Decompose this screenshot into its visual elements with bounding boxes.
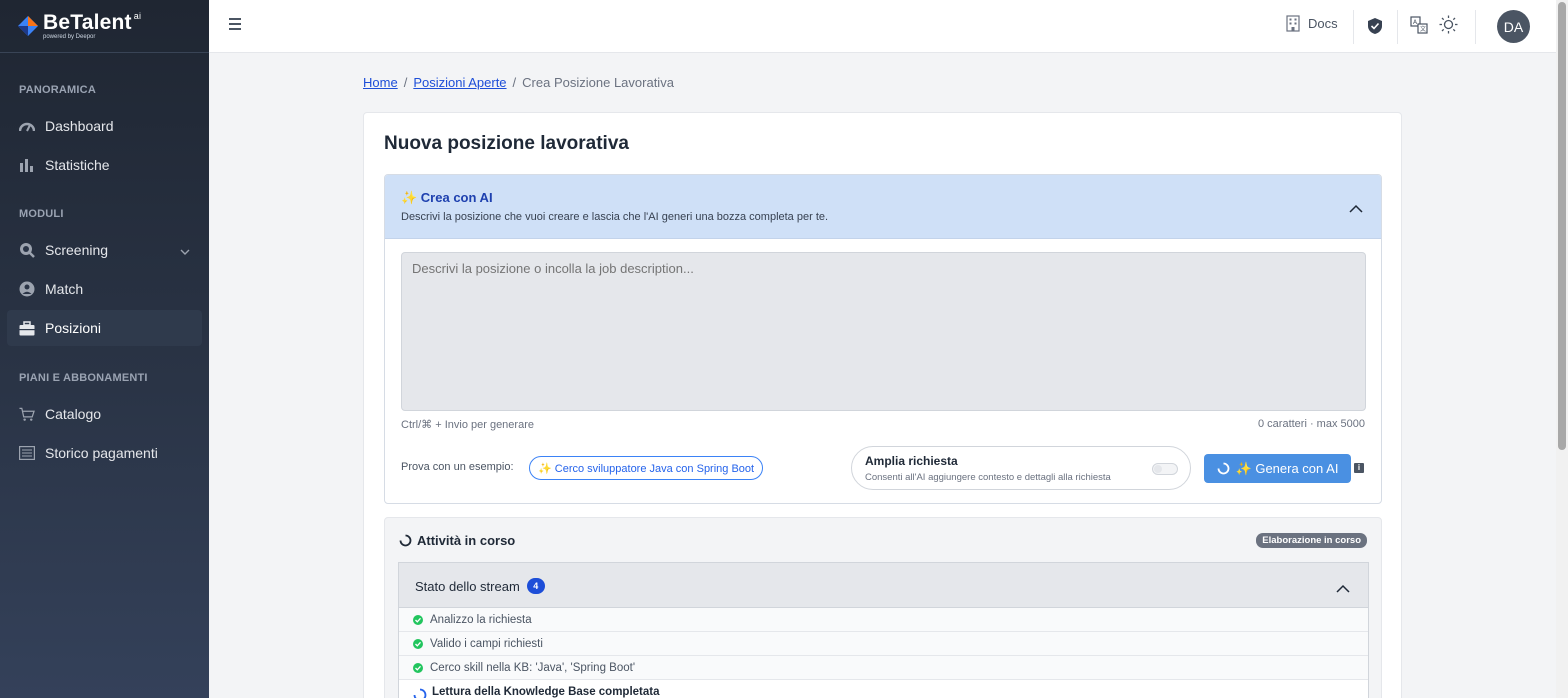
- svg-text:A: A: [1413, 19, 1418, 26]
- status-badge: Elaborazione in corso: [1256, 533, 1367, 548]
- ai-create-panel: ✨ Crea con AI Descrivi la posizione che …: [384, 174, 1382, 504]
- sidebar-item-screening[interactable]: Screening: [7, 232, 202, 268]
- job-form-card: Nuova posizione lavorativa ✨ Crea con AI…: [363, 112, 1402, 698]
- info-icon[interactable]: i: [1354, 463, 1364, 473]
- chevron-down-icon: [180, 243, 190, 259]
- briefcase-icon: [19, 320, 35, 336]
- avatar[interactable]: DA: [1497, 10, 1530, 43]
- chevron-up-icon[interactable]: [1336, 580, 1350, 598]
- check-circle-icon: [413, 638, 423, 649]
- breadcrumb-separator: /: [512, 75, 517, 90]
- ai-panel-title: ✨ Crea con AI: [401, 190, 493, 205]
- cart-icon: [19, 406, 35, 422]
- step-label: Analizzo la richiesta: [430, 613, 532, 626]
- stream-header[interactable]: Stato dello stream 4: [399, 563, 1368, 608]
- sidebar-item-label: Statistiche: [45, 157, 110, 173]
- dashboard-gauge-icon: [19, 118, 35, 134]
- generate-ai-label: ✨ Genera con AI: [1235, 460, 1339, 476]
- sidebar-item-statistiche[interactable]: Statistiche: [7, 147, 202, 183]
- bar-chart-icon: [19, 157, 35, 173]
- generate-ai-button[interactable]: ✨ Genera con AI: [1204, 454, 1351, 483]
- divider: [1397, 10, 1398, 44]
- job-description-textarea[interactable]: [401, 252, 1366, 411]
- breadcrumb-posizioni-aperte-link[interactable]: Posizioni Aperte: [413, 75, 506, 90]
- check-circle-icon: [413, 662, 423, 673]
- divider: [1475, 10, 1476, 44]
- example-label: Prova con un esempio:: [401, 461, 514, 473]
- check-circle-icon: [413, 614, 423, 625]
- scrollbar-thumb[interactable]: [1558, 2, 1566, 450]
- spinner-icon: [413, 688, 427, 698]
- shield-icon[interactable]: [1367, 17, 1383, 40]
- sidebar-section-moduli: MODULI: [19, 208, 64, 220]
- sidebar-item-label: Screening: [45, 242, 109, 258]
- breadcrumb-current: Crea Posizione Lavorativa: [522, 75, 674, 90]
- step-label: Valido i campi richiesti: [430, 637, 543, 650]
- sidebar-item-label: Dashboard: [45, 118, 114, 134]
- stream-panel: Stato dello stream 4 Analizzo la richies…: [398, 562, 1369, 698]
- stream-count-badge: 4: [526, 578, 545, 594]
- sidebar-section-piani: PIANI E ABBONAMENTI: [19, 372, 148, 384]
- docs-link[interactable]: Docs: [1286, 15, 1338, 32]
- sidebar-item-catalogo[interactable]: Catalogo: [7, 396, 202, 432]
- activity-panel: Attività in corso Elaborazione in corso …: [384, 517, 1382, 698]
- breadcrumb: Home / Posizioni Aperte / Crea Posizione…: [363, 75, 674, 90]
- step-label: Cerco skill nella KB: 'Java', 'Spring Bo…: [430, 661, 636, 674]
- amplia-description: Consenti all'AI aggiungere contesto e de…: [865, 472, 1111, 483]
- spinner-icon: [399, 534, 412, 547]
- sidebar: BeTalent ai powered by Deepor PANORAMICA …: [0, 0, 209, 698]
- stream-step: Cerco skill nella KB: 'Java', 'Spring Bo…: [399, 656, 1368, 680]
- char-counter: 0 caratteri · max 5000: [1258, 418, 1365, 430]
- amplia-richiesta-option: Amplia richiesta Consenti all'AI aggiung…: [851, 446, 1191, 490]
- stream-step: Valido i campi richiesti: [399, 632, 1368, 656]
- amplia-title: Amplia richiesta: [865, 454, 958, 468]
- docs-label: Docs: [1308, 16, 1338, 31]
- logo-icon: [18, 16, 38, 36]
- spinner-icon: [1217, 462, 1229, 475]
- chevron-up-icon[interactable]: [1349, 200, 1363, 218]
- activity-title: Attività in corso: [417, 533, 516, 548]
- user-circle-icon: [19, 281, 35, 297]
- sidebar-item-label: Posizioni: [45, 320, 102, 336]
- sun-icon[interactable]: [1439, 15, 1458, 39]
- stream-step-current: Lettura della Knowledge Base completata: [399, 680, 1368, 698]
- building-icon: [1286, 15, 1300, 32]
- brand-tagline: powered by Deepor: [43, 34, 96, 40]
- sidebar-item-label: Match: [45, 281, 84, 297]
- breadcrumb-separator: /: [403, 75, 408, 90]
- ai-panel-description: Descrivi la posizione che vuoi creare e …: [401, 211, 829, 223]
- step-label: Lettura della Knowledge Base completata: [432, 685, 660, 698]
- page-scrollbar[interactable]: [1556, 0, 1568, 698]
- breadcrumb-home-link[interactable]: Home: [363, 75, 398, 90]
- sidebar-item-storico-pagamenti[interactable]: Storico pagamenti: [7, 435, 202, 471]
- translate-icon[interactable]: A文: [1410, 16, 1428, 39]
- svg-text:文: 文: [1420, 25, 1426, 33]
- brand-name: BeTalent: [43, 11, 132, 34]
- example-chip[interactable]: ✨ Cerco sviluppatore Java con Spring Boo…: [529, 456, 764, 480]
- sidebar-section-panoramica: PANORAMICA: [19, 84, 96, 96]
- list-icon: [19, 445, 35, 461]
- stream-step: Analizzo la richiesta: [399, 608, 1368, 632]
- amplia-toggle[interactable]: [1152, 463, 1178, 475]
- sidebar-item-label: Storico pagamenti: [45, 445, 158, 461]
- sidebar-item-dashboard[interactable]: Dashboard: [7, 108, 202, 144]
- menu-toggle-icon[interactable]: [229, 18, 241, 30]
- activity-title-row: Attività in corso: [399, 533, 515, 548]
- divider: [1353, 10, 1354, 44]
- stream-title: Stato dello stream: [415, 578, 520, 594]
- ai-panel-header[interactable]: ✨ Crea con AI Descrivi la posizione che …: [385, 175, 1381, 239]
- topbar: Docs A文 DA: [209, 0, 1556, 53]
- sidebar-item-posizioni[interactable]: Posizioni: [7, 310, 202, 346]
- brand-suffix: ai: [133, 11, 142, 21]
- search-icon: [19, 242, 35, 258]
- page-title: Nuova posizione lavorativa: [384, 133, 629, 154]
- shortcut-hint: Ctrl/⌘ + Invio per generare: [401, 419, 534, 431]
- brand-logo[interactable]: BeTalent ai powered by Deepor: [0, 0, 209, 53]
- sidebar-item-match[interactable]: Match: [7, 271, 202, 307]
- sidebar-item-label: Catalogo: [45, 406, 102, 422]
